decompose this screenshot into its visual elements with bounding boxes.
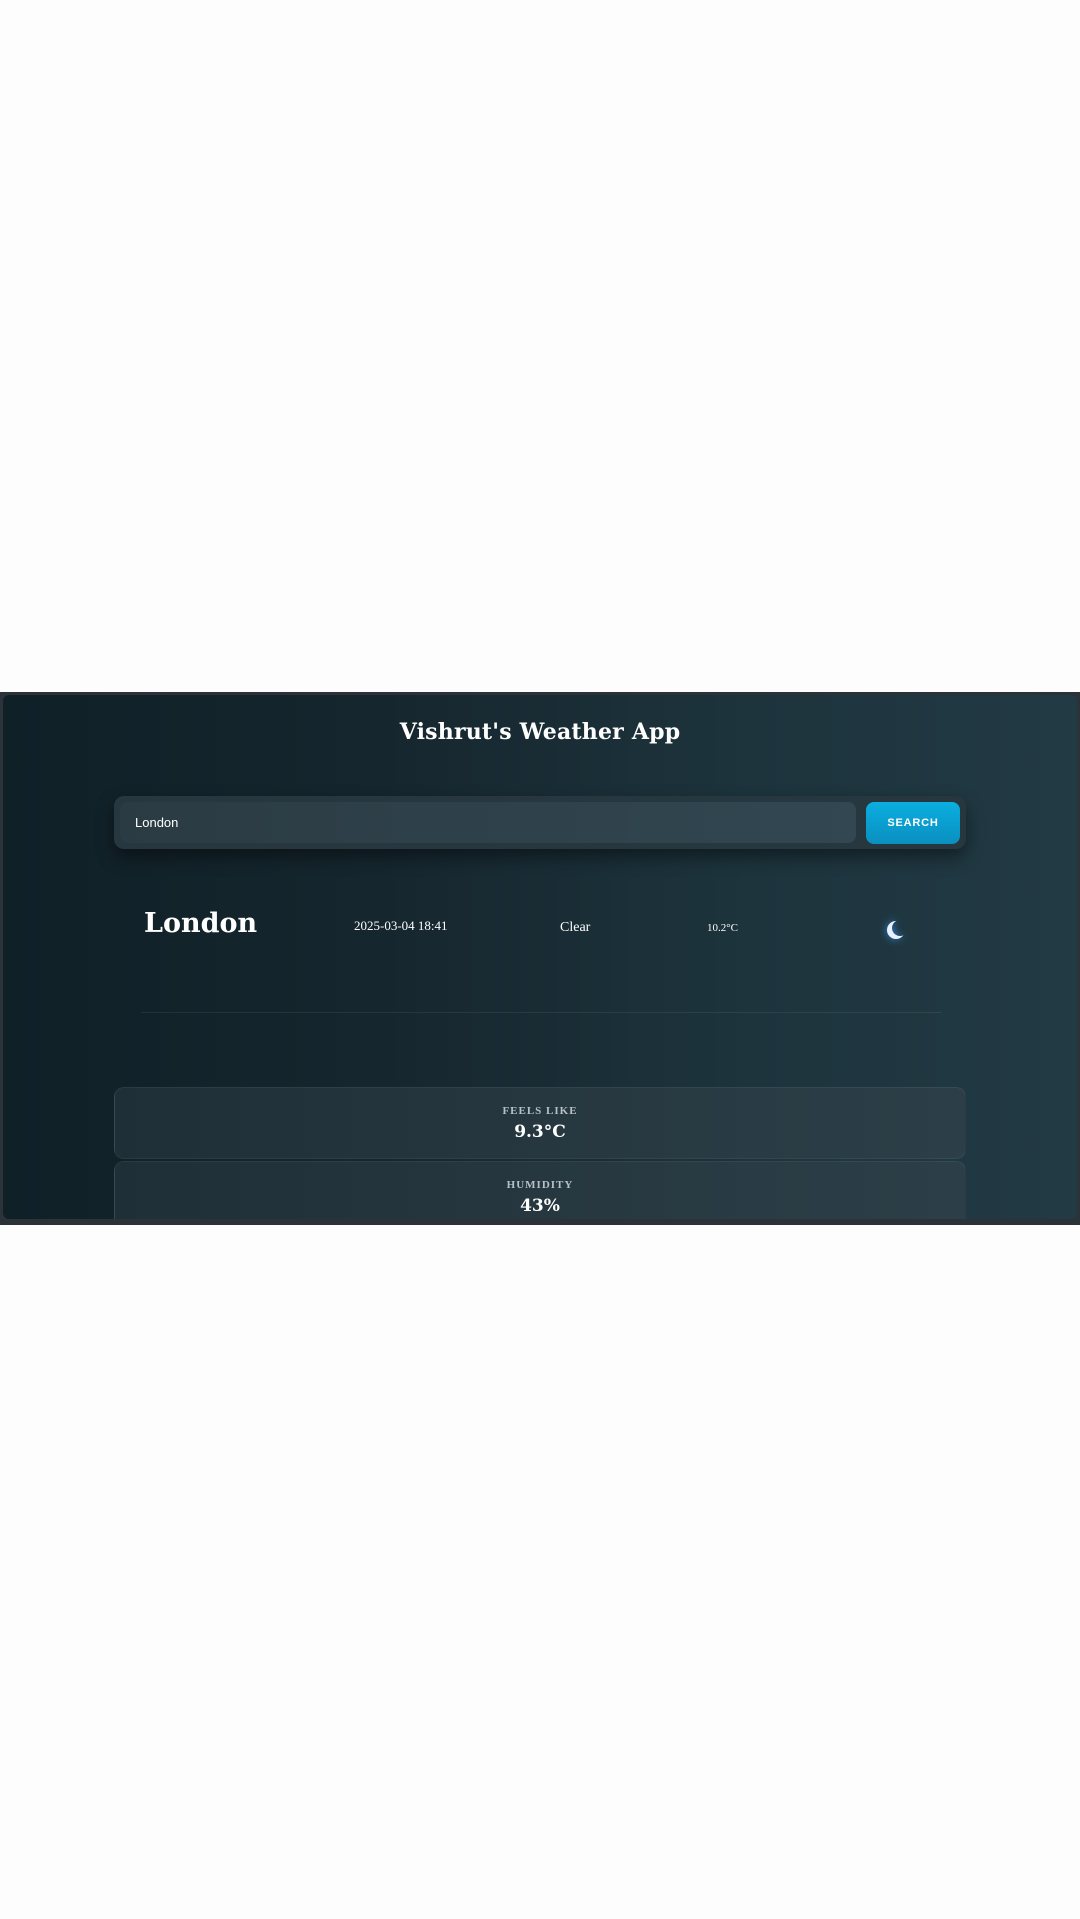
- search-bar: SEARCH: [114, 796, 966, 849]
- humidity-value: 43%: [520, 1196, 560, 1216]
- app-title: Vishrut's Weather App: [399, 719, 681, 745]
- current-temperature: 10.2°C: [707, 922, 738, 934]
- moon-icon: [887, 921, 905, 939]
- section-divider: [141, 1012, 941, 1013]
- feels-like-label: FEELS LIKE: [502, 1105, 578, 1117]
- feels-like-card: FEELS LIKE 9.3°C: [114, 1087, 966, 1159]
- city-search-input[interactable]: [120, 802, 856, 843]
- city-name: London: [144, 908, 258, 939]
- current-weather-row: London 2025-03-04 18:41 Clear 10.2°C: [141, 875, 941, 955]
- weather-condition: Clear: [560, 920, 591, 935]
- humidity-label: HUMIDITY: [506, 1179, 574, 1191]
- weather-app: Vishrut's Weather App SEARCH London 2025…: [3, 695, 1077, 1219]
- feels-like-value: 9.3°C: [514, 1122, 566, 1142]
- humidity-card: HUMIDITY 43%: [114, 1161, 966, 1219]
- local-datetime: 2025-03-04 18:41: [354, 918, 448, 933]
- browser-viewport: Vishrut's Weather App SEARCH London 2025…: [0, 692, 1080, 1225]
- search-button[interactable]: SEARCH: [866, 802, 960, 844]
